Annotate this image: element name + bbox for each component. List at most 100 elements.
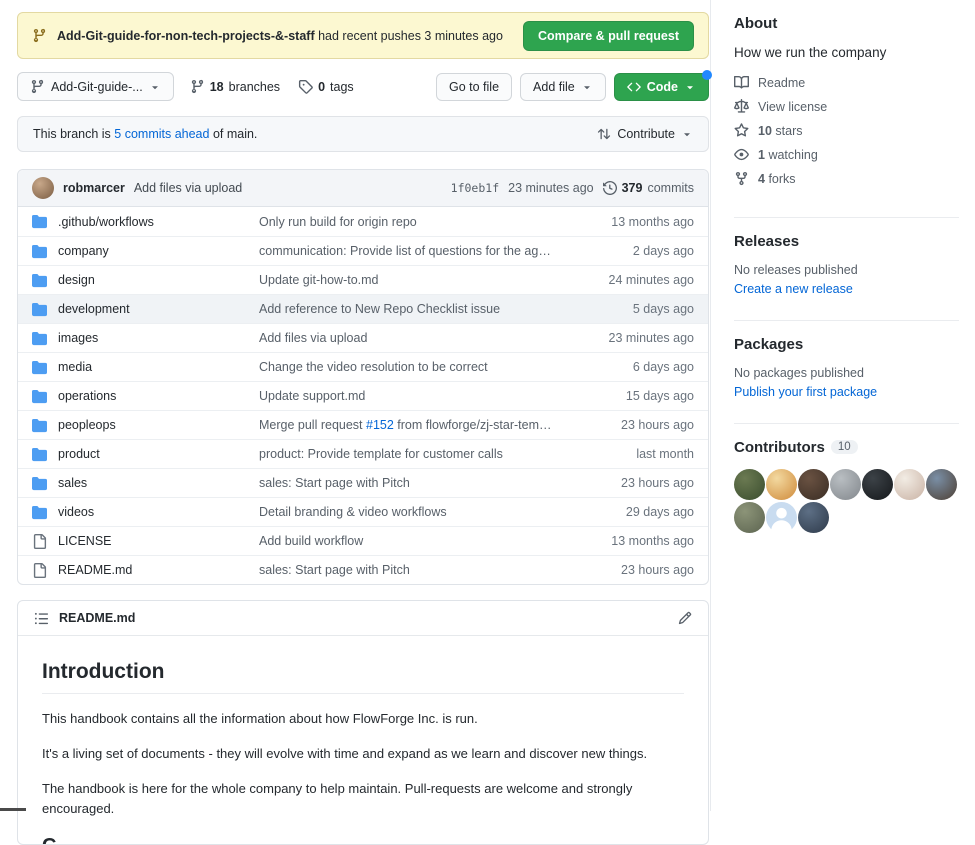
- file-row[interactable]: development Add reference to New Repo Ch…: [18, 294, 708, 323]
- file-commit-message[interactable]: Only run build for origin repo: [259, 215, 554, 229]
- file-icon: [32, 534, 48, 549]
- file-row[interactable]: videos Detail branding & video workflows…: [18, 497, 708, 526]
- file-row[interactable]: product product: Provide template for cu…: [18, 439, 708, 468]
- file-commit-message[interactable]: Update support.md: [259, 389, 554, 403]
- file-name[interactable]: development: [58, 302, 249, 316]
- file-name[interactable]: images: [58, 331, 249, 345]
- file-name[interactable]: .github/workflows: [58, 215, 249, 229]
- file-name[interactable]: videos: [58, 505, 249, 519]
- about-description: How we run the company: [734, 45, 959, 60]
- column-divider: [710, 0, 711, 811]
- contributor-avatar[interactable]: [894, 469, 925, 500]
- commits-label: commits: [647, 181, 694, 195]
- avatar[interactable]: [32, 177, 54, 199]
- file-row[interactable]: peopleops Merge pull request #152 from f…: [18, 410, 708, 439]
- file-name[interactable]: product: [58, 447, 249, 461]
- file-row[interactable]: LICENSE Add build workflow 13 months ago: [18, 526, 708, 555]
- file-commit-message[interactable]: product: Provide template for customer c…: [259, 447, 554, 461]
- commits-ahead-link[interactable]: 5 commits ahead: [114, 127, 209, 141]
- file-row[interactable]: media Change the video resolution to be …: [18, 352, 708, 381]
- edit-pencil-icon[interactable]: [678, 611, 692, 625]
- commit-hash[interactable]: 1f0eb1f: [451, 181, 499, 195]
- branch-ahead-prefix: This branch is: [33, 127, 114, 141]
- file-name[interactable]: company: [58, 244, 249, 258]
- file-row[interactable]: .github/workflows Only run build for ori…: [18, 207, 708, 236]
- compare-pull-request-button[interactable]: Compare & pull request: [523, 21, 694, 51]
- file-row[interactable]: company communication: Provide list of q…: [18, 236, 708, 265]
- code-button[interactable]: Code: [614, 73, 709, 101]
- star-icon: [734, 123, 749, 138]
- file-commit-time: 13 months ago: [564, 215, 694, 229]
- about-item[interactable]: Readme: [734, 75, 959, 90]
- about-item[interactable]: 4 forks: [734, 171, 959, 186]
- folder-icon: [32, 447, 48, 462]
- file-commit-message[interactable]: Merge pull request #152 from flowforge/z…: [259, 418, 554, 432]
- go-to-file-button[interactable]: Go to file: [436, 73, 512, 101]
- file-row[interactable]: sales sales: Start page with Pitch 23 ho…: [18, 468, 708, 497]
- file-name[interactable]: peopleops: [58, 418, 249, 432]
- tags-count-link[interactable]: 0 tags: [298, 79, 354, 94]
- commit-message[interactable]: Add files via upload: [134, 181, 242, 195]
- file-commit-message[interactable]: Detail branding & video workflows: [259, 505, 554, 519]
- issue-link[interactable]: #152: [366, 418, 394, 432]
- folder-icon: [32, 302, 48, 317]
- file-commit-time: 15 days ago: [564, 389, 694, 403]
- contribute-button[interactable]: Contribute: [597, 127, 693, 141]
- file-name[interactable]: sales: [58, 476, 249, 490]
- file-commit-message[interactable]: sales: Start page with Pitch: [259, 563, 554, 577]
- contributor-avatar[interactable]: [766, 502, 797, 533]
- commit-author[interactable]: robmarcer: [63, 181, 125, 195]
- readme-paragraph: The handbook is here for the whole compa…: [42, 779, 684, 819]
- file-commit-time: 6 days ago: [564, 360, 694, 374]
- recent-push-message: had recent pushes 3 minutes ago: [318, 29, 503, 43]
- file-name[interactable]: design: [58, 273, 249, 287]
- publish-package-link[interactable]: Publish your first package: [734, 385, 877, 399]
- arrow-switch-icon: [597, 127, 611, 141]
- contributor-avatar[interactable]: [734, 502, 765, 533]
- contributor-avatar[interactable]: [926, 469, 957, 500]
- contributor-avatar[interactable]: [830, 469, 861, 500]
- branches-count-link[interactable]: 18 branches: [190, 79, 280, 94]
- about-title: About: [734, 15, 959, 32]
- file-row[interactable]: images Add files via upload 23 minutes a…: [18, 323, 708, 352]
- file-commit-time: 5 days ago: [564, 302, 694, 316]
- contributor-avatar[interactable]: [798, 469, 829, 500]
- contributor-avatar[interactable]: [766, 469, 797, 500]
- file-row[interactable]: README.md sales: Start page with Pitch 2…: [18, 555, 708, 584]
- contributor-avatar[interactable]: [862, 469, 893, 500]
- chevron-down-icon: [684, 81, 696, 93]
- file-commit-time: 24 minutes ago: [564, 273, 694, 287]
- commits-history-link[interactable]: 379 commits: [603, 181, 694, 195]
- branch-selector[interactable]: Add-Git-guide-...: [17, 72, 174, 101]
- file-commit-message[interactable]: Change the video resolution to be correc…: [259, 360, 554, 374]
- tag-icon: [298, 79, 313, 94]
- folder-icon: [32, 389, 48, 404]
- file-name[interactable]: operations: [58, 389, 249, 403]
- file-name[interactable]: README.md: [58, 563, 249, 577]
- contributors-title-text: Contributors: [734, 439, 825, 456]
- file-row[interactable]: operations Update support.md 15 days ago: [18, 381, 708, 410]
- toolbar-actions: Go to file Add file Code: [436, 73, 709, 101]
- latest-commit-bar: robmarcer Add files via upload 1f0eb1f 2…: [18, 170, 708, 207]
- code-icon: [627, 80, 641, 94]
- file-name[interactable]: LICENSE: [58, 534, 249, 548]
- readme-partial-heading: C: [42, 835, 684, 844]
- file-name[interactable]: media: [58, 360, 249, 374]
- add-file-button[interactable]: Add file: [520, 73, 606, 101]
- file-commit-message[interactable]: Update git-how-to.md: [259, 273, 554, 287]
- about-item[interactable]: 1 watching: [734, 147, 959, 162]
- about-item[interactable]: View license: [734, 99, 959, 114]
- list-icon[interactable]: [34, 611, 49, 626]
- file-commit-message[interactable]: sales: Start page with Pitch: [259, 476, 554, 490]
- file-commit-message[interactable]: communication: Provide list of questions…: [259, 244, 554, 258]
- releases-empty-text: No releases published: [734, 263, 959, 277]
- contributors-title: Contributors10: [734, 439, 959, 456]
- about-item[interactable]: 10 stars: [734, 123, 959, 138]
- file-commit-message[interactable]: Add reference to New Repo Checklist issu…: [259, 302, 554, 316]
- contributor-avatar[interactable]: [798, 502, 829, 533]
- file-commit-message[interactable]: Add files via upload: [259, 331, 554, 345]
- create-release-link[interactable]: Create a new release: [734, 282, 853, 296]
- file-commit-message[interactable]: Add build workflow: [259, 534, 554, 548]
- file-row[interactable]: design Update git-how-to.md 24 minutes a…: [18, 265, 708, 294]
- contributor-avatar[interactable]: [734, 469, 765, 500]
